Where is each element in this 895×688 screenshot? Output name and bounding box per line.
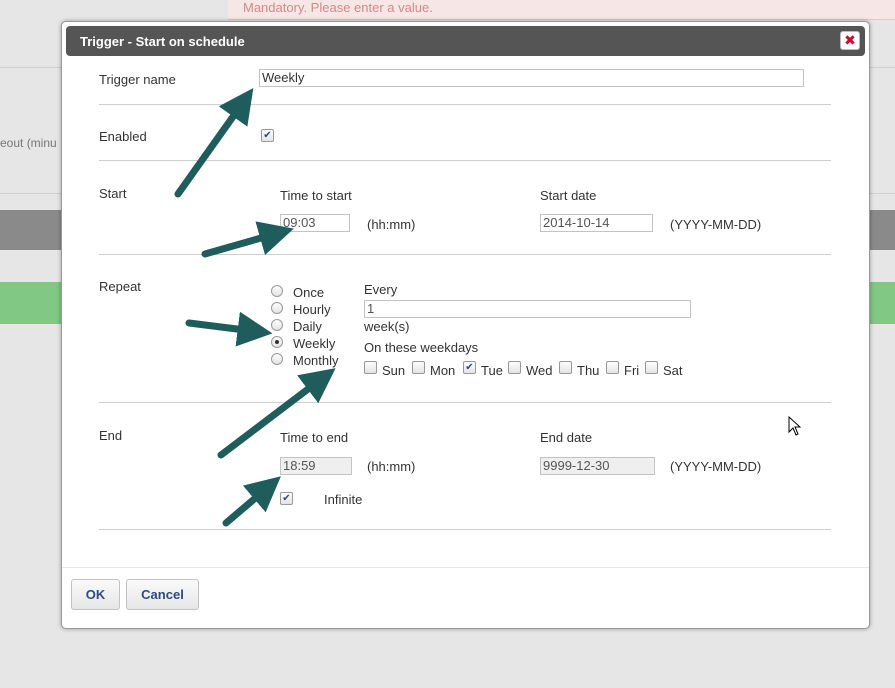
arrow-icon — [217, 368, 336, 459]
arrow-icon — [185, 311, 273, 347]
annotation-arrows — [174, 88, 336, 527]
arrow-icon — [201, 221, 294, 258]
mouse-cursor-icon — [788, 416, 802, 436]
arrow-icon — [174, 88, 254, 198]
arrow-icon — [222, 476, 281, 527]
